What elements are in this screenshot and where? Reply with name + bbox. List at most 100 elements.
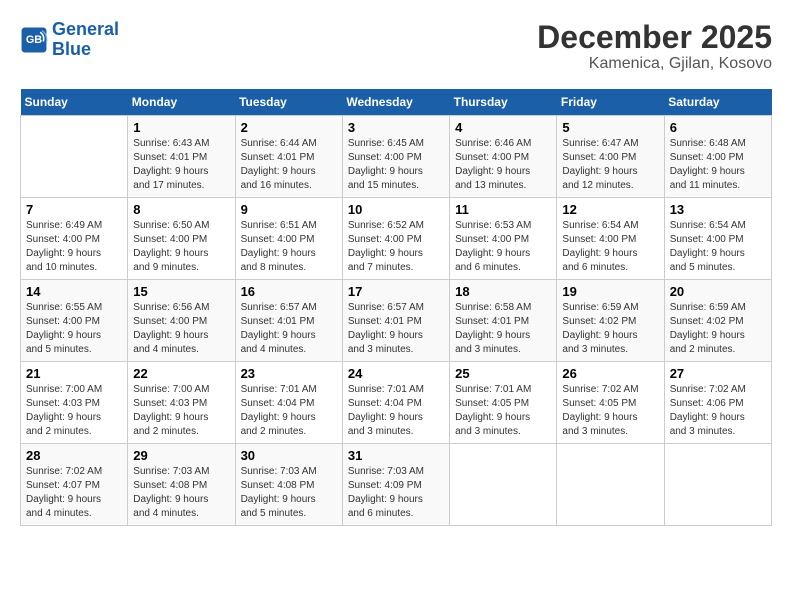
- calendar-cell: [664, 444, 771, 526]
- calendar-cell: 17 Sunrise: 6:57 AMSunset: 4:01 PMDayligh…: [342, 280, 449, 362]
- page-header: GB General Blue December 2025 Kamenica, …: [20, 20, 772, 73]
- calendar-cell: 7 Sunrise: 6:49 AMSunset: 4:00 PMDaylight…: [21, 198, 128, 280]
- logo-line1: General: [52, 19, 119, 39]
- calendar-cell: 13 Sunrise: 6:54 AMSunset: 4:00 PMDayligh…: [664, 198, 771, 280]
- calendar-week-row: 14 Sunrise: 6:55 AMSunset: 4:00 PMDayligh…: [21, 280, 772, 362]
- calendar-cell: 19 Sunrise: 6:59 AMSunset: 4:02 PMDayligh…: [557, 280, 664, 362]
- day-number: 12: [562, 202, 658, 217]
- calendar-cell: 28 Sunrise: 7:02 AMSunset: 4:07 PMDayligh…: [21, 444, 128, 526]
- day-number: 21: [26, 366, 122, 381]
- calendar-cell: 8 Sunrise: 6:50 AMSunset: 4:00 PMDaylight…: [128, 198, 235, 280]
- calendar-cell: 21 Sunrise: 7:00 AMSunset: 4:03 PMDayligh…: [21, 362, 128, 444]
- calendar-cell: 11 Sunrise: 6:53 AMSunset: 4:00 PMDayligh…: [450, 198, 557, 280]
- day-info: Sunrise: 7:01 AMSunset: 4:04 PMDaylight:…: [348, 383, 444, 439]
- calendar-subtitle: Kamenica, Gjilan, Kosovo: [537, 55, 772, 73]
- day-info: Sunrise: 6:45 AMSunset: 4:00 PMDaylight:…: [348, 137, 444, 193]
- day-info: Sunrise: 7:00 AMSunset: 4:03 PMDaylight:…: [26, 383, 122, 439]
- day-number: 22: [133, 366, 229, 381]
- day-info: Sunrise: 6:59 AMSunset: 4:02 PMDaylight:…: [562, 301, 658, 357]
- day-number: 27: [670, 366, 766, 381]
- logo: GB General Blue: [20, 20, 119, 60]
- calendar-cell: 23 Sunrise: 7:01 AMSunset: 4:04 PMDayligh…: [235, 362, 342, 444]
- header-thursday: Thursday: [450, 89, 557, 116]
- calendar-cell: [21, 116, 128, 198]
- day-info: Sunrise: 7:02 AMSunset: 4:05 PMDaylight:…: [562, 383, 658, 439]
- day-info: Sunrise: 6:43 AMSunset: 4:01 PMDaylight:…: [133, 137, 229, 193]
- logo-text: General Blue: [52, 20, 119, 60]
- calendar-cell: 25 Sunrise: 7:01 AMSunset: 4:05 PMDayligh…: [450, 362, 557, 444]
- day-number: 29: [133, 448, 229, 463]
- day-info: Sunrise: 7:00 AMSunset: 4:03 PMDaylight:…: [133, 383, 229, 439]
- calendar-cell: 4Sunrise: 6:46 AMSunset: 4:00 PMDaylight…: [450, 116, 557, 198]
- calendar-cell: 18Sunrise: 6:58 AMSunset: 4:01 PMDayligh…: [450, 280, 557, 362]
- day-info: Sunrise: 6:55 AMSunset: 4:00 PMDaylight:…: [26, 301, 122, 357]
- header-saturday: Saturday: [664, 89, 771, 116]
- calendar-table: SundayMondayTuesdayWednesdayThursdayFrid…: [20, 89, 772, 526]
- day-info: Sunrise: 7:02 AMSunset: 4:07 PMDaylight:…: [26, 465, 122, 521]
- day-info: Sunrise: 6:58 AMSunset: 4:01 PMDaylight:…: [455, 301, 551, 357]
- calendar-cell: 1 Sunrise: 6:43 AMSunset: 4:01 PMDaylight…: [128, 116, 235, 198]
- calendar-cell: 3 Sunrise: 6:45 AMSunset: 4:00 PMDaylight…: [342, 116, 449, 198]
- calendar-cell: 26Sunrise: 7:02 AMSunset: 4:05 PMDayligh…: [557, 362, 664, 444]
- day-info: Sunrise: 6:51 AMSunset: 4:00 PMDaylight:…: [241, 219, 337, 275]
- header-monday: Monday: [128, 89, 235, 116]
- day-number: 1: [133, 120, 229, 135]
- day-number: 28: [26, 448, 122, 463]
- day-info: Sunrise: 6:49 AMSunset: 4:00 PMDaylight:…: [26, 219, 122, 275]
- header-tuesday: Tuesday: [235, 89, 342, 116]
- day-info: Sunrise: 6:53 AMSunset: 4:00 PMDaylight:…: [455, 219, 551, 275]
- calendar-cell: [450, 444, 557, 526]
- day-number: 6: [670, 120, 766, 135]
- calendar-cell: 12 Sunrise: 6:54 AMSunset: 4:00 PMDayligh…: [557, 198, 664, 280]
- day-number: 11: [455, 202, 551, 217]
- day-number: 31: [348, 448, 444, 463]
- day-info: Sunrise: 6:57 AMSunset: 4:01 PMDaylight:…: [348, 301, 444, 357]
- calendar-cell: 14 Sunrise: 6:55 AMSunset: 4:00 PMDayligh…: [21, 280, 128, 362]
- day-number: 2: [241, 120, 337, 135]
- day-info: Sunrise: 6:48 AMSunset: 4:00 PMDaylight:…: [670, 137, 766, 193]
- day-info: Sunrise: 7:01 AMSunset: 4:05 PMDaylight:…: [455, 383, 551, 439]
- calendar-cell: 29 Sunrise: 7:03 AMSunset: 4:08 PMDayligh…: [128, 444, 235, 526]
- day-info: Sunrise: 6:52 AMSunset: 4:00 PMDaylight:…: [348, 219, 444, 275]
- day-info: Sunrise: 6:54 AMSunset: 4:00 PMDaylight:…: [562, 219, 658, 275]
- calendar-week-row: 21 Sunrise: 7:00 AMSunset: 4:03 PMDayligh…: [21, 362, 772, 444]
- day-number: 13: [670, 202, 766, 217]
- day-number: 10: [348, 202, 444, 217]
- day-number: 25: [455, 366, 551, 381]
- day-info: Sunrise: 6:54 AMSunset: 4:00 PMDaylight:…: [670, 219, 766, 275]
- day-info: Sunrise: 7:03 AMSunset: 4:09 PMDaylight:…: [348, 465, 444, 521]
- calendar-cell: 31 Sunrise: 7:03 AMSunset: 4:09 PMDayligh…: [342, 444, 449, 526]
- day-info: Sunrise: 6:59 AMSunset: 4:02 PMDaylight:…: [670, 301, 766, 357]
- day-number: 14: [26, 284, 122, 299]
- day-number: 17: [348, 284, 444, 299]
- calendar-week-row: 1 Sunrise: 6:43 AMSunset: 4:01 PMDaylight…: [21, 116, 772, 198]
- day-number: 19: [562, 284, 658, 299]
- day-number: 5: [562, 120, 658, 135]
- day-info: Sunrise: 6:50 AMSunset: 4:00 PMDaylight:…: [133, 219, 229, 275]
- day-info: Sunrise: 7:03 AMSunset: 4:08 PMDaylight:…: [133, 465, 229, 521]
- day-info: Sunrise: 7:01 AMSunset: 4:04 PMDaylight:…: [241, 383, 337, 439]
- day-number: 7: [26, 202, 122, 217]
- day-number: 3: [348, 120, 444, 135]
- day-info: Sunrise: 7:02 AMSunset: 4:06 PMDaylight:…: [670, 383, 766, 439]
- calendar-header-row: SundayMondayTuesdayWednesdayThursdayFrid…: [21, 89, 772, 116]
- header-sunday: Sunday: [21, 89, 128, 116]
- calendar-cell: [557, 444, 664, 526]
- day-number: 23: [241, 366, 337, 381]
- day-info: Sunrise: 6:46 AMSunset: 4:00 PMDaylight:…: [455, 137, 551, 193]
- day-number: 24: [348, 366, 444, 381]
- day-info: Sunrise: 6:57 AMSunset: 4:01 PMDaylight:…: [241, 301, 337, 357]
- day-number: 15: [133, 284, 229, 299]
- calendar-cell: 2Sunrise: 6:44 AMSunset: 4:01 PMDaylight…: [235, 116, 342, 198]
- calendar-title: December 2025: [537, 20, 772, 55]
- calendar-cell: 20 Sunrise: 6:59 AMSunset: 4:02 PMDayligh…: [664, 280, 771, 362]
- calendar-cell: 9Sunrise: 6:51 AMSunset: 4:00 PMDaylight…: [235, 198, 342, 280]
- calendar-cell: 5 Sunrise: 6:47 AMSunset: 4:00 PMDaylight…: [557, 116, 664, 198]
- calendar-cell: 6 Sunrise: 6:48 AMSunset: 4:00 PMDaylight…: [664, 116, 771, 198]
- calendar-week-row: 7 Sunrise: 6:49 AMSunset: 4:00 PMDaylight…: [21, 198, 772, 280]
- day-info: Sunrise: 6:47 AMSunset: 4:00 PMDaylight:…: [562, 137, 658, 193]
- day-number: 20: [670, 284, 766, 299]
- calendar-cell: 22 Sunrise: 7:00 AMSunset: 4:03 PMDayligh…: [128, 362, 235, 444]
- svg-text:GB: GB: [26, 34, 42, 46]
- day-number: 8: [133, 202, 229, 217]
